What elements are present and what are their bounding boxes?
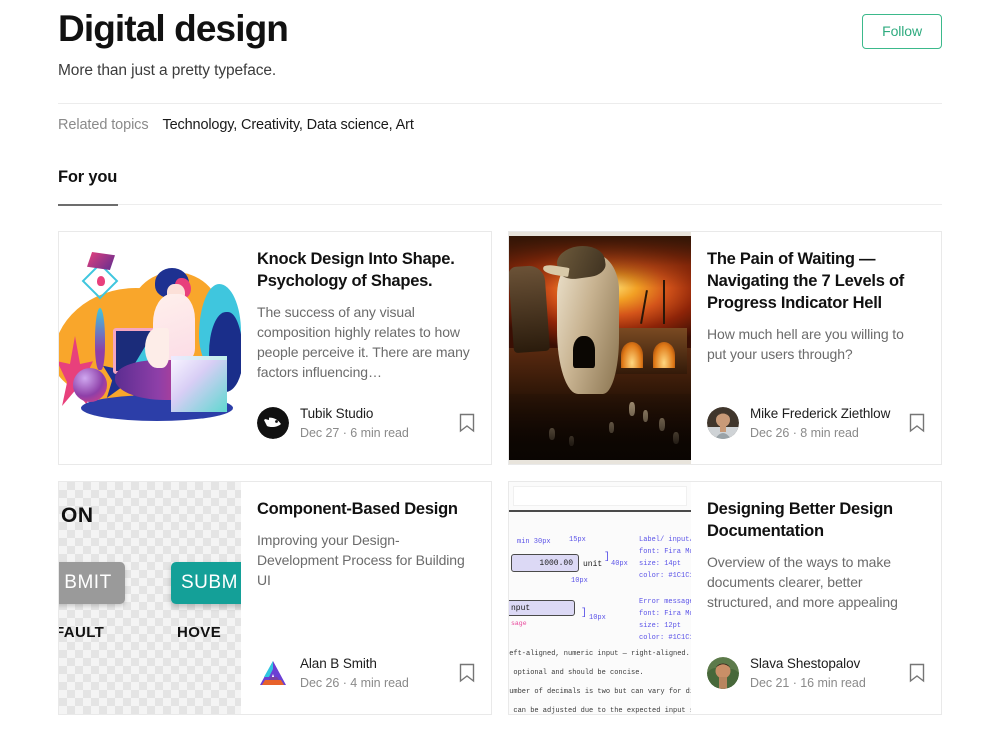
spec-note-4: h can be adjusted due to the expected in… bbox=[509, 707, 691, 714]
article-title[interactable]: Designing Better Design Documentation bbox=[707, 499, 925, 543]
flat-illustration-image bbox=[59, 232, 241, 464]
article-title[interactable]: Knock Design Into Shape. Psychology of S… bbox=[257, 249, 475, 293]
spec-err-2: font: Fira Mo bbox=[639, 610, 691, 618]
spec-ann-10px-a: 10px bbox=[571, 577, 588, 585]
article-footer: Slava Shestopalov Dec 21 · 16 min read bbox=[707, 655, 925, 692]
article-grid: Knock Design Into Shape. Psychology of S… bbox=[58, 231, 942, 715]
author-name[interactable]: Tubik Studio bbox=[300, 405, 409, 423]
header-divider bbox=[58, 103, 942, 104]
author-name[interactable]: Mike Frederick Ziethlow bbox=[750, 405, 890, 423]
thumb-label-hover: HOVE bbox=[177, 624, 222, 641]
avatar[interactable] bbox=[707, 657, 739, 690]
bookmark-icon[interactable] bbox=[909, 663, 925, 683]
article-description: The success of any visual composition hi… bbox=[257, 303, 470, 380]
related-topics: Related topics Technology, Creativity, D… bbox=[58, 117, 414, 133]
spec-label-1: Label/ input/ bbox=[639, 536, 691, 544]
page-title: Digital design bbox=[58, 8, 289, 49]
tab-bar: For you bbox=[58, 168, 942, 206]
article-card[interactable]: Knock Design Into Shape. Psychology of S… bbox=[58, 231, 492, 465]
avatar[interactable] bbox=[707, 407, 739, 440]
article-description: How much hell are you willing to put you… bbox=[707, 325, 904, 362]
avatar[interactable] bbox=[257, 657, 289, 689]
article-body: Designing Better Design Documentation Ov… bbox=[691, 482, 941, 714]
spec-field-input: nput bbox=[509, 600, 575, 616]
byline: Tubik Studio Dec 27 · 6 min read bbox=[300, 405, 409, 442]
spec-ann-message: sage bbox=[511, 620, 527, 627]
spec-ann-unit: unit bbox=[583, 560, 603, 569]
article-card[interactable]: ON BMIT SUBM FAULT HOVE Component-Based … bbox=[58, 481, 492, 715]
thumb-button-default: BMIT bbox=[59, 562, 125, 604]
article-meta: Dec 27 · 6 min read bbox=[300, 425, 409, 440]
bookmark-icon[interactable] bbox=[459, 663, 475, 683]
byline: Mike Frederick Ziethlow Dec 26 · 8 min r… bbox=[750, 405, 890, 442]
article-meta: Dec 26 · 8 min read bbox=[750, 425, 859, 440]
article-thumbnail[interactable] bbox=[509, 232, 691, 464]
article-body: The Pain of Waiting — Navigating the 7 L… bbox=[691, 232, 941, 464]
spec-err-4: color: #1C1C1 bbox=[639, 634, 691, 642]
article-description: Overview of the ways to make documents c… bbox=[707, 553, 898, 610]
thumb-button-hover: SUBM bbox=[171, 562, 241, 604]
title-row: Digital design More than just a pretty t… bbox=[58, 0, 942, 81]
spec-field-value: 1000.00 bbox=[511, 554, 579, 572]
avatar[interactable] bbox=[257, 407, 289, 440]
article-meta: Dec 26 · 4 min read bbox=[300, 675, 409, 690]
byline: Alan B Smith Dec 26 · 4 min read bbox=[300, 655, 409, 692]
article-thumbnail[interactable]: ON BMIT SUBM FAULT HOVE bbox=[59, 482, 241, 714]
article-thumbnail[interactable]: min 30px 15px 1000.00 unit ] 40px 10px n… bbox=[509, 482, 691, 714]
tab-underline-track bbox=[58, 204, 942, 205]
article-card[interactable]: The Pain of Waiting — Navigating the 7 L… bbox=[508, 231, 942, 465]
spec-ann-40px: 40px bbox=[611, 560, 628, 568]
button-states-image: ON BMIT SUBM FAULT HOVE bbox=[59, 482, 241, 714]
tab-underline-active bbox=[58, 204, 118, 206]
spec-ann-min: min 30px bbox=[517, 538, 551, 546]
bookmark-icon[interactable] bbox=[459, 413, 475, 433]
article-title[interactable]: Component-Based Design bbox=[257, 499, 475, 521]
spec-ann-10px-b: 10px bbox=[589, 614, 606, 622]
article-thumbnail[interactable] bbox=[59, 232, 241, 464]
page-subtitle: More than just a pretty typeface. bbox=[58, 61, 277, 79]
hellscape-painting-image bbox=[509, 232, 691, 464]
article-footer: Tubik Studio Dec 27 · 6 min read bbox=[257, 405, 475, 442]
byline: Slava Shestopalov Dec 21 · 16 min read bbox=[750, 655, 866, 692]
topic-page: Digital design More than just a pretty t… bbox=[0, 0, 1000, 749]
spec-note-1: left-aligned, numeric input — right-alig… bbox=[509, 650, 690, 658]
spec-label-4: color: #1C1C1 bbox=[639, 572, 691, 580]
spec-note-3: number of decimals is two but can vary f… bbox=[509, 688, 691, 696]
article-title[interactable]: The Pain of Waiting — Navigating the 7 L… bbox=[707, 249, 925, 315]
author-name[interactable]: Alan B Smith bbox=[300, 655, 409, 673]
bookmark-icon[interactable] bbox=[909, 413, 925, 433]
article-footer: Alan B Smith Dec 26 · 4 min read bbox=[257, 655, 475, 692]
spec-note-2: s optional and should be concise. bbox=[509, 669, 644, 677]
article-description: Improving your Design-Development Proces… bbox=[257, 531, 465, 588]
article-footer: Mike Frederick Ziethlow Dec 26 · 8 min r… bbox=[707, 405, 925, 442]
design-spec-image: min 30px 15px 1000.00 unit ] 40px 10px n… bbox=[509, 482, 691, 714]
thumb-label-default: FAULT bbox=[59, 624, 105, 641]
article-meta: Dec 21 · 16 min read bbox=[750, 675, 866, 690]
spec-err-3: size: 12pt bbox=[639, 622, 682, 630]
spec-err-1: Error message bbox=[639, 598, 691, 606]
related-topics-label: Related topics bbox=[58, 117, 149, 133]
tab-for-you[interactable]: For you bbox=[58, 168, 117, 204]
spec-label-3: size: 14pt bbox=[639, 560, 682, 568]
article-body: Component-Based Design Improving your De… bbox=[241, 482, 491, 714]
page-header: Digital design More than just a pretty t… bbox=[58, 0, 942, 81]
article-card[interactable]: min 30px 15px 1000.00 unit ] 40px 10px n… bbox=[508, 481, 942, 715]
tab-underline bbox=[58, 204, 942, 206]
title-block: Digital design More than just a pretty t… bbox=[58, 8, 289, 81]
spec-label-2: font: Fira Mo bbox=[639, 548, 691, 556]
spec-ann-15px: 15px bbox=[569, 536, 586, 544]
follow-button[interactable]: Follow bbox=[862, 14, 942, 49]
author-name[interactable]: Slava Shestopalov bbox=[750, 655, 866, 673]
article-body: Knock Design Into Shape. Psychology of S… bbox=[241, 232, 491, 464]
related-topics-list[interactable]: Technology, Creativity, Data science, Ar… bbox=[163, 117, 414, 133]
thumb-label-on: ON bbox=[61, 504, 94, 527]
